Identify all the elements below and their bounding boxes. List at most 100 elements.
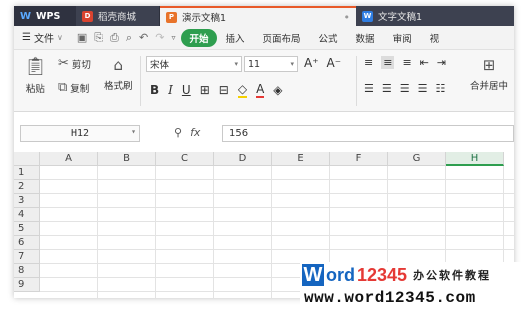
merge-center-button[interactable]: ⊞ 合并居中 [470, 56, 508, 92]
formula-input[interactable]: 156 [222, 125, 514, 142]
row-gridline [40, 179, 514, 180]
redo-icon[interactable]: ↷ [155, 31, 164, 44]
row-header-4[interactable]: 4 [14, 208, 40, 222]
tab-writer-doc[interactable]: W 文字文稿1 [356, 6, 476, 26]
undo-icon[interactable]: ↶ [139, 31, 148, 44]
insert-function-icon[interactable]: fx [190, 126, 200, 139]
increase-indent-icon[interactable]: ⇥ [437, 56, 446, 69]
watermark-number: 12345 [357, 264, 408, 285]
align-bottom-icon[interactable]: ≡ [402, 56, 411, 69]
clear-format-icon[interactable]: ◈ [273, 83, 282, 97]
tab-daoke-store[interactable]: D 稻壳商城 [76, 6, 160, 26]
watermark-logo: W ord 12345 办公软件教程 [302, 264, 491, 286]
customize-toolbar-icon[interactable]: ▿ [171, 33, 175, 42]
cut-label: 剪切 [71, 59, 91, 71]
decrease-indent-icon[interactable]: ⇤ [420, 56, 429, 69]
column-header-d[interactable]: D [214, 152, 272, 166]
column-gridline [271, 166, 272, 298]
align-top-icon[interactable]: ≡ [364, 56, 373, 69]
watermark: W ord 12345 办公软件教程 www.word12345.com [300, 262, 525, 314]
row-gridline [40, 193, 514, 194]
zoom-search-icon[interactable]: ⚲ [174, 126, 182, 139]
tab-label: 稻壳商城 [98, 12, 137, 23]
distributed-icon[interactable]: ☷ [436, 82, 446, 95]
increase-font-icon[interactable]: A⁺ [304, 56, 319, 70]
formula-tools: ⚲ fx [174, 126, 200, 139]
row-gridline [40, 235, 514, 236]
row-header-5[interactable]: 5 [14, 222, 40, 236]
chevron-down-icon: ▾ [290, 60, 294, 68]
alignment-top-row: ≡ ≡ ≡ ⇤ ⇥ [364, 56, 446, 69]
tab-home[interactable]: 开始 [181, 28, 217, 47]
file-menu[interactable]: ☰ 文件 ∨ [14, 30, 71, 45]
tab-page-layout[interactable]: 页面布局 [254, 29, 310, 47]
print-preview-icon[interactable]: ⌕ [126, 31, 132, 45]
select-all-corner[interactable] [14, 152, 40, 166]
watermark-w-icon: W [302, 263, 324, 286]
name-box[interactable]: H12 ▾ [20, 125, 140, 142]
tab-view[interactable]: 视 [421, 29, 449, 47]
italic-icon[interactable]: I [168, 83, 173, 97]
tab-review[interactable]: 审阅 [384, 29, 421, 47]
paste-button[interactable]: 📋︎ 粘贴 [24, 56, 47, 95]
column-header-e[interactable]: E [272, 152, 330, 166]
name-box-value: H12 [70, 128, 90, 139]
row-header-1[interactable]: 1 [14, 166, 40, 180]
cut-button[interactable]: ✂ 剪切 [58, 56, 91, 71]
paste-label: 粘贴 [25, 84, 45, 95]
column-header-f[interactable]: F [330, 152, 388, 166]
row-header-9[interactable]: 9 [14, 278, 40, 292]
row-header-8[interactable]: 8 [14, 264, 40, 278]
align-right-icon[interactable]: ☰ [400, 82, 410, 95]
copy-button[interactable]: ⧉ 复制 [58, 80, 89, 95]
column-header-c[interactable]: C [156, 152, 214, 166]
font-size-adjust: A⁺ A⁻ [304, 56, 341, 70]
row-gridline [40, 207, 514, 208]
align-center-icon[interactable]: ☰ [382, 82, 392, 95]
merge-center-label: 合并居中 [470, 81, 509, 92]
decrease-font-icon[interactable]: A⁻ [327, 56, 342, 70]
column-gridline [97, 166, 98, 298]
row-header-3[interactable]: 3 [14, 194, 40, 208]
chevron-down-icon: ∨ [56, 33, 63, 42]
font-color-icon[interactable]: A [256, 82, 265, 98]
column-header-h[interactable]: H [446, 152, 504, 166]
align-middle-icon[interactable]: ≡ [381, 56, 395, 69]
underline-icon[interactable]: U [182, 83, 191, 97]
formula-bar: H12 ▾ ⚲ fx 156 [14, 122, 514, 144]
column-header-b[interactable]: B [98, 152, 156, 166]
align-left-icon[interactable]: ☰ [364, 82, 374, 95]
print-icon[interactable]: ⎙ [110, 31, 119, 45]
tab-wps-home[interactable]: W WPS [14, 6, 76, 26]
highlight-icon[interactable]: ◇ [237, 82, 248, 98]
tab-formulas[interactable]: 公式 [310, 29, 347, 47]
font-size-select[interactable]: 11 ▾ [244, 56, 298, 72]
row-gridline [40, 221, 514, 222]
export-pdf-icon[interactable]: ⎘ [94, 31, 103, 45]
tab-presentation[interactable]: P 演示文稿1 • [160, 6, 356, 26]
column-header-g[interactable]: G [388, 152, 446, 166]
tab-modified-dot-icon[interactable]: • [344, 11, 351, 24]
save-icon[interactable]: ▣ [77, 31, 87, 44]
format-painter-button[interactable]: ⌂ 格式刷 [104, 56, 133, 92]
column-header-a[interactable]: A [40, 152, 98, 166]
ribbon-divider [356, 56, 357, 106]
wps-logo-icon: W [20, 10, 32, 22]
fill-color-icon[interactable]: ⊟ [219, 83, 229, 97]
row-header-6[interactable]: 6 [14, 236, 40, 250]
watermark-chinese: 办公软件教程 [413, 269, 492, 282]
watermark-ord: ord [326, 264, 355, 285]
row-gridline [40, 249, 514, 250]
row-header-2[interactable]: 2 [14, 180, 40, 194]
tab-insert[interactable]: 插入 [217, 29, 254, 47]
tab-data[interactable]: 数据 [347, 29, 384, 47]
justify-icon[interactable]: ☰ [418, 82, 428, 95]
bold-icon[interactable]: B [150, 83, 159, 97]
column-gridline [155, 166, 156, 298]
border-icon[interactable]: ⊞ [200, 83, 210, 97]
ribbon-divider [140, 56, 141, 106]
font-name-select[interactable]: 宋体 ▾ [146, 56, 242, 72]
presentation-icon: P [166, 11, 177, 23]
row-header-7[interactable]: 7 [14, 250, 40, 264]
format-painter-label: 格式刷 [104, 81, 133, 92]
